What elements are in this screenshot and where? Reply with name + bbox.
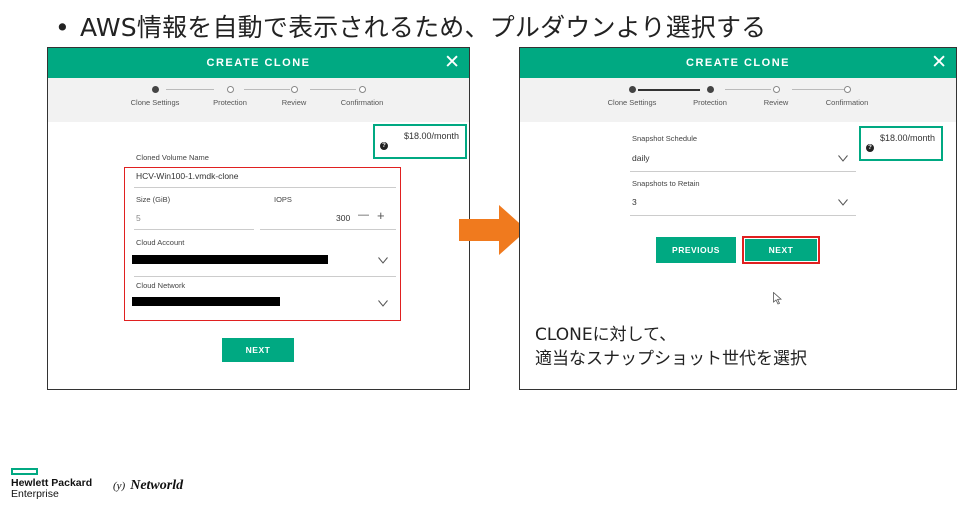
field-label: Cloned Volume Name — [136, 153, 209, 162]
step-label: Confirmation — [340, 98, 384, 107]
close-icon[interactable]: ✕ — [931, 48, 947, 78]
create-clone-dialog-step1: CREATE CLONE ✕ Clone Settings Protection… — [47, 47, 470, 390]
help-icon[interactable]: ? — [866, 144, 874, 152]
step-dot — [843, 86, 851, 93]
wizard-stepper: Clone Settings Protection Review Confirm… — [520, 78, 956, 122]
networld-logo-text: Networld — [130, 478, 184, 493]
step-label: Confirmation — [825, 98, 869, 107]
price-box: $18.00/month ? — [859, 126, 943, 161]
step-dot — [151, 86, 159, 93]
highlight-box — [124, 167, 401, 321]
close-icon[interactable]: ✕ — [444, 48, 460, 78]
step-dot — [290, 86, 298, 93]
field-value: daily — [632, 153, 650, 163]
bullet-dot: • — [55, 13, 70, 42]
previous-button[interactable]: PREVIOUS — [656, 237, 736, 263]
help-icon[interactable]: ? — [380, 142, 388, 150]
step-confirmation[interactable]: Confirmation — [802, 86, 892, 107]
dialog-title: CREATE CLONE — [206, 57, 311, 69]
chevron-down-icon[interactable] — [838, 199, 848, 206]
wizard-stepper: Clone Settings Protection Review Confirm… — [48, 78, 469, 122]
chevron-down-icon[interactable] — [838, 155, 848, 162]
slide-bullet: • AWS情報を自動で表示されるため、プルダウンより選択する — [55, 8, 766, 44]
snapshots-to-retain-select[interactable]: Snapshots to Retain 3 — [630, 177, 856, 216]
note-line: CLONEに対して、 — [535, 325, 677, 345]
hpe-logo-line2: Enterprise — [11, 488, 59, 500]
step-dot — [706, 86, 714, 93]
bullet-text: AWS情報を自動で表示されるため、プルダウンより選択する — [79, 13, 767, 42]
field-label: Snapshot Schedule — [632, 134, 698, 143]
step-dot — [358, 86, 366, 93]
step-dot — [628, 86, 636, 93]
hpe-element-icon — [11, 468, 38, 475]
next-button[interactable]: NEXT — [742, 236, 820, 264]
field-value: 3 — [632, 197, 637, 207]
dialog-header: CREATE CLONE ✕ — [520, 48, 956, 78]
note-line: 適当なスナップショット世代を選択 — [535, 349, 807, 369]
networld-mark-icon: (y) — [113, 480, 126, 492]
step-dot — [772, 86, 780, 93]
mouse-cursor-icon — [773, 290, 782, 309]
snapshot-schedule-select[interactable]: Snapshot Schedule daily — [630, 132, 856, 172]
dialog-header: CREATE CLONE ✕ — [48, 48, 469, 78]
price-amount: $18.00/month — [879, 133, 935, 143]
step-label: Clone Settings — [607, 98, 657, 107]
step-clone-settings[interactable]: Clone Settings — [587, 86, 677, 107]
price-amount: $18.00/month — [403, 131, 459, 141]
annotation-note: CLONEに対して、 適当なスナップショット世代を選択 — [535, 323, 807, 371]
networld-logo: (y) Networld — [113, 478, 183, 494]
step-confirmation[interactable]: Confirmation — [317, 86, 407, 107]
hpe-logo: Hewlett Packard Enterprise — [11, 468, 92, 500]
next-button[interactable]: NEXT — [222, 338, 294, 362]
step-dot — [226, 86, 234, 93]
dialog-title: CREATE CLONE — [686, 57, 790, 69]
field-label: Snapshots to Retain — [632, 179, 700, 188]
